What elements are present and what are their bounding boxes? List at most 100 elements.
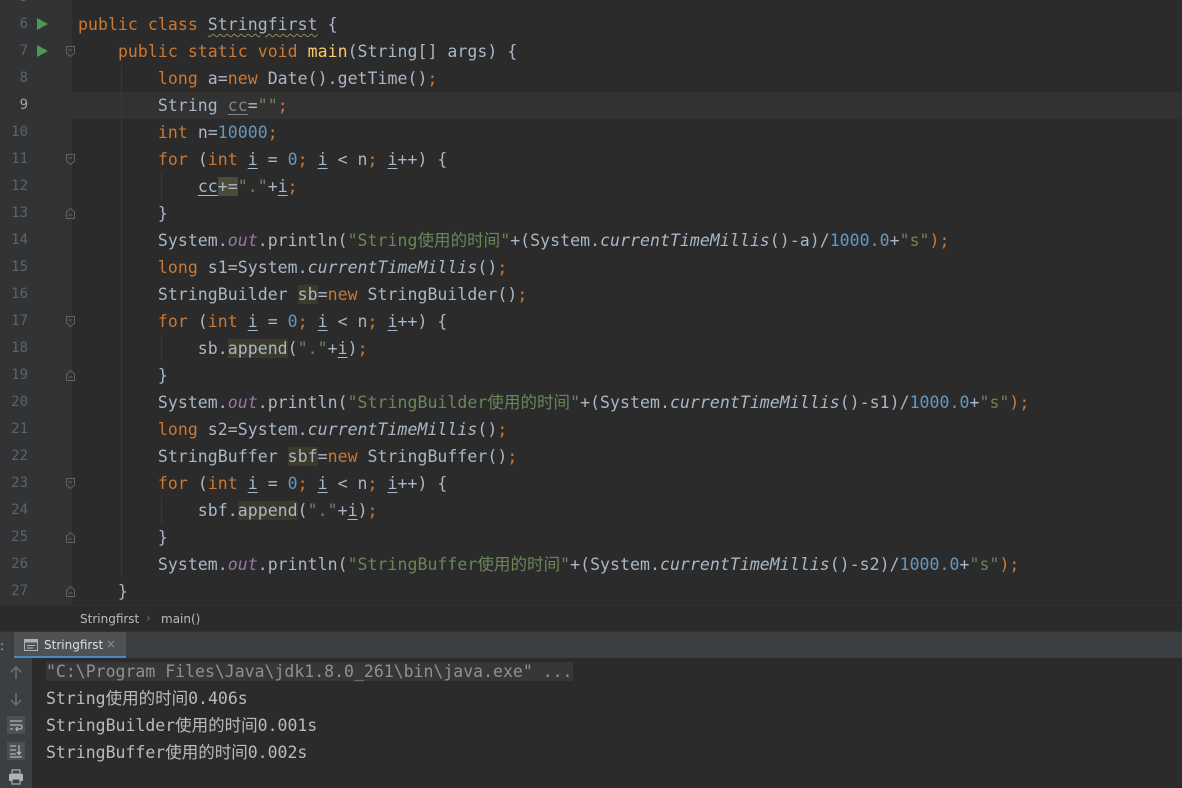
code-line[interactable]: 16 StringBuilder sb=new StringBuilder(); xyxy=(0,281,1182,308)
code-line[interactable]: 6 public class Stringfirst { xyxy=(0,11,1182,38)
code-line[interactable]: 8 long a=new Date().getTime(); xyxy=(0,65,1182,92)
code-token: ; xyxy=(367,150,388,169)
code-token: 0 xyxy=(287,312,298,331)
scroll-up-icon[interactable] xyxy=(7,664,25,682)
code-token: 1000.0 xyxy=(909,393,970,412)
code-token: = xyxy=(257,474,288,493)
code-token: 1000.0 xyxy=(829,231,890,250)
code-text: int n=10000; xyxy=(78,119,278,146)
code-token: int xyxy=(207,474,248,493)
code-token: ()-s1)/ xyxy=(839,393,910,412)
print-icon[interactable] xyxy=(7,768,25,786)
code-token: ; xyxy=(267,123,278,142)
code-line[interactable]: 23 for (int i = 0; i < n; i++) { xyxy=(0,470,1182,497)
code-line[interactable]: 26 System.out.println("StringBuffer使用的时间… xyxy=(0,551,1182,578)
run-gutter-icon[interactable] xyxy=(37,18,48,30)
code-token: ; xyxy=(297,312,318,331)
scroll-to-end-icon[interactable] xyxy=(7,742,25,760)
code-editor[interactable]: 56public class Stringfirst {7 public sta… xyxy=(0,0,1182,605)
run-gutter-icon[interactable] xyxy=(37,45,48,57)
code-token: static xyxy=(187,42,258,61)
line-number: 11 xyxy=(11,151,28,167)
code-token: i xyxy=(387,312,398,331)
code-token: a= xyxy=(207,69,228,88)
code-line[interactable]: 24 sbf.append("."+i); xyxy=(0,497,1182,524)
breadcrumb: Stringfirst › main() xyxy=(0,605,1182,632)
fold-open-icon[interactable] xyxy=(66,316,75,327)
code-line[interactable]: 21 long s2=System.currentTimeMillis(); xyxy=(0,416,1182,443)
code-line[interactable]: 10 int n=10000; xyxy=(0,119,1182,146)
code-token: for xyxy=(157,150,198,169)
code-token: ; xyxy=(297,474,318,493)
tab-stringfirst[interactable]: Stringfirst × xyxy=(14,632,126,659)
code-token: i xyxy=(317,150,328,169)
code-token: 1000.0 xyxy=(899,555,960,574)
fold-close-icon[interactable] xyxy=(66,370,75,381)
code-text: for (int i = 0; i < n; i++) { xyxy=(78,470,447,497)
code-token: i xyxy=(347,501,358,520)
code-token: .println( xyxy=(257,231,348,250)
code-line[interactable]: 9 String cc=""; xyxy=(0,92,1182,119)
code-line[interactable]: 27 } xyxy=(0,578,1182,605)
code-token: StringBuffer xyxy=(78,447,288,466)
line-number: 14 xyxy=(11,232,28,248)
fold-close-icon[interactable] xyxy=(66,208,75,219)
code-token: append xyxy=(227,339,288,358)
soft-wrap-icon[interactable] xyxy=(7,716,25,734)
code-line[interactable]: 20 System.out.println("StringBuilder使用的时… xyxy=(0,389,1182,416)
tab-label: Stringfirst xyxy=(44,638,104,652)
code-text: System.out.println("StringBuffer使用的时间"+(… xyxy=(78,551,1019,578)
code-line[interactable]: 7 public static void main(String[] args)… xyxy=(0,38,1182,65)
fold-open-icon[interactable] xyxy=(66,478,75,489)
code-line[interactable]: 18 sb.append("."+i); xyxy=(0,335,1182,362)
fold-close-icon[interactable] xyxy=(66,532,75,543)
scroll-down-icon[interactable] xyxy=(7,690,25,708)
code-token: < n xyxy=(327,312,368,331)
code-token: +(System. xyxy=(580,393,670,412)
breadcrumb-class[interactable]: Stringfirst xyxy=(80,612,139,626)
code-token: s2=System. xyxy=(207,420,308,439)
code-token: ; xyxy=(367,474,388,493)
code-token: void xyxy=(257,42,308,61)
code-token: ( xyxy=(297,501,308,520)
code-token: currentTimeMillis xyxy=(307,420,478,439)
line-number: 19 xyxy=(11,367,28,383)
code-token: new xyxy=(327,285,368,304)
code-token: ; xyxy=(507,447,518,466)
code-token: ( xyxy=(197,150,208,169)
code-line[interactable]: 13 } xyxy=(0,200,1182,227)
code-line[interactable]: 25 } xyxy=(0,524,1182,551)
code-token: ; xyxy=(357,339,368,358)
code-token: s1=System. xyxy=(207,258,308,277)
code-token: int xyxy=(207,150,248,169)
code-token: (String[] args) { xyxy=(347,42,518,61)
code-token: cc xyxy=(197,177,218,196)
code-token: i xyxy=(247,312,258,331)
code-text: } xyxy=(78,578,128,605)
code-token: ); xyxy=(999,555,1020,574)
code-token: StringBuilder xyxy=(78,285,298,304)
console-toolbar xyxy=(0,658,32,788)
code-line[interactable]: 12 cc+="."+i; xyxy=(0,173,1182,200)
fold-open-icon[interactable] xyxy=(66,154,75,165)
code-line[interactable]: 11 for (int i = 0; i < n; i++) { xyxy=(0,146,1182,173)
code-line[interactable]: 14 System.out.println("String使用的时间"+(Sys… xyxy=(0,227,1182,254)
code-token: ); xyxy=(1009,393,1030,412)
code-line[interactable]: 17 for (int i = 0; i < n; i++) { xyxy=(0,308,1182,335)
breadcrumb-method[interactable]: main() xyxy=(161,612,200,626)
close-icon[interactable]: × xyxy=(106,637,116,651)
code-token: +(System. xyxy=(570,555,660,574)
code-line[interactable]: 19 } xyxy=(0,362,1182,389)
code-line[interactable]: 22 StringBuffer sbf=new StringBuffer(); xyxy=(0,443,1182,470)
fold-close-icon[interactable] xyxy=(66,586,75,597)
code-line[interactable]: 5 xyxy=(0,0,1182,11)
code-line[interactable]: 15 long s1=System.currentTimeMillis(); xyxy=(0,254,1182,281)
line-number: 5 xyxy=(0,0,28,11)
code-text: StringBuilder sb=new StringBuilder(); xyxy=(78,281,527,308)
code-token: +(System. xyxy=(510,231,601,250)
code-token: ( xyxy=(287,339,298,358)
fold-open-icon[interactable] xyxy=(66,46,75,57)
